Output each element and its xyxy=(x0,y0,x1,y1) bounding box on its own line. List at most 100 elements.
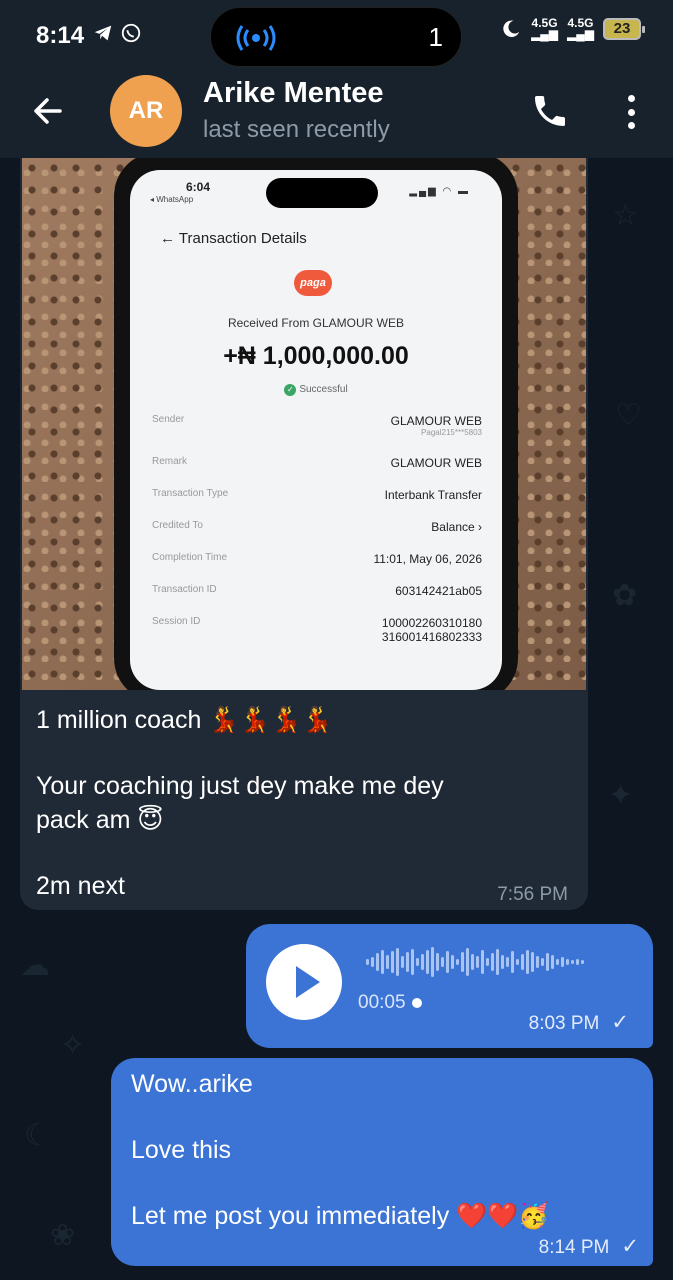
waveform-bar xyxy=(446,951,449,973)
moon-icon xyxy=(503,20,520,37)
waveform-bar xyxy=(506,957,509,967)
waveform-bar xyxy=(411,949,414,975)
detail-row-transaction-id: Transaction ID 603142421ab05 xyxy=(152,584,482,598)
detail-value: 100002260310180 xyxy=(381,616,482,630)
waveform-bar xyxy=(371,957,374,967)
incoming-message[interactable]: 6:04 ◂ WhatsApp ▂▄▆ ◠ ▬ ← Transaction De… xyxy=(20,158,588,910)
transaction-photo[interactable]: 6:04 ◂ WhatsApp ▂▄▆ ◠ ▬ ← Transaction De… xyxy=(22,158,586,690)
waveform-bar xyxy=(536,956,539,968)
island-count: 1 xyxy=(428,22,443,52)
waveform-bar xyxy=(511,951,514,973)
waveform-bar xyxy=(381,950,384,974)
play-button[interactable] xyxy=(266,944,342,1020)
chat-area[interactable]: ☆ ♡ ✿ ✦ ☁ ✧ ☾ ❀ 6:04 ◂ WhatsApp ▂▄▆ ◠ ▬ … xyxy=(0,158,673,1280)
waveform-bar xyxy=(451,955,454,969)
detail-sub: Pagal215***5803 xyxy=(421,428,482,437)
transaction-details-title: ← Transaction Details xyxy=(160,230,307,247)
caption-line: pack am 😇 xyxy=(36,806,164,834)
detail-row-sender: Sender GLAMOUR WEB Pagal215***5803 xyxy=(152,414,482,437)
detail-label: Sender xyxy=(152,414,185,425)
detail-row-type: Transaction Type Interbank Transfer xyxy=(152,488,482,502)
network-label-1: 4.5G xyxy=(531,16,558,30)
status-left-icons xyxy=(92,22,142,44)
check-icon: ✓ xyxy=(284,384,297,396)
doodle-cloud-icon: ☁ xyxy=(20,949,50,982)
doodle-moon-icon: ☾ xyxy=(24,1119,51,1152)
detail-row-completion: Completion Time 11:01, May 06, 2026 xyxy=(152,552,482,566)
doodle-flower-icon: ❀ xyxy=(50,1219,76,1252)
caption-line: 2m next xyxy=(36,872,125,900)
message-time: 7:56 PM xyxy=(497,884,568,905)
detail-row-credited: Credited To Balance › xyxy=(152,520,482,534)
waveform-bar xyxy=(401,956,404,968)
status-text: Successful xyxy=(299,384,348,395)
waveform-bar xyxy=(461,952,464,972)
avatar[interactable]: AR xyxy=(110,75,182,147)
detail-value: Interbank Transfer xyxy=(384,488,482,502)
phone-status-icons: ▂▄▆ ◠ ▬ xyxy=(409,186,470,197)
phone-back-app: ◂ WhatsApp xyxy=(150,195,194,204)
received-from: Received From GLAMOUR WEB xyxy=(227,316,405,330)
waveform-bar xyxy=(556,959,559,965)
paga-logo: paga xyxy=(294,270,332,296)
detail-label: Session ID xyxy=(152,616,201,627)
battery-icon: 23 xyxy=(603,18,645,40)
outgoing-message[interactable]: Wow..arike Love this Let me post you imm… xyxy=(111,1058,653,1266)
waveform-bar xyxy=(466,948,469,976)
waveform-bar xyxy=(431,947,434,977)
time-text: 8:03 PM xyxy=(528,1013,600,1034)
waveform-bar xyxy=(391,951,394,973)
check-icon: ✓ xyxy=(611,1011,629,1034)
doodle-heart-icon: ♡ xyxy=(615,399,642,432)
status-time: 8:14 xyxy=(36,22,85,49)
transaction-amount: +₦ 1,000,000.00 xyxy=(223,342,409,370)
detail-label: Transaction ID xyxy=(152,584,217,595)
back-arrow-icon[interactable] xyxy=(30,93,66,129)
unplayed-dot xyxy=(411,998,422,1008)
chat-header: AR Arike Mentee last seen recently xyxy=(0,75,673,158)
waveform-bar xyxy=(486,958,489,966)
waveform-bar xyxy=(481,950,484,974)
doodle-flower-icon: ✿ xyxy=(612,579,638,612)
waveform-bar xyxy=(426,950,429,974)
phone-notch xyxy=(266,178,378,208)
transaction-title-text: Transaction Details xyxy=(178,230,307,247)
waveform-bar xyxy=(571,960,574,964)
waveform-bar xyxy=(416,958,419,966)
detail-value: 603142421ab05 xyxy=(395,584,482,598)
more-vert-icon[interactable] xyxy=(618,92,644,132)
doodle-spark-icon: ✦ xyxy=(608,779,634,812)
detail-row-remark: Remark GLAMOUR WEB xyxy=(152,456,482,470)
waveform-bar xyxy=(396,948,399,976)
phone-screen: 6:04 ◂ WhatsApp ▂▄▆ ◠ ▬ ← Transaction De… xyxy=(130,170,502,690)
detail-label: Completion Time xyxy=(152,552,228,563)
contact-name[interactable]: Arike Mentee xyxy=(203,77,384,110)
detail-value: Balance › xyxy=(431,520,482,534)
voice-message[interactable]: 00:05 8:03 PM ✓ xyxy=(246,924,653,1048)
telegram-icon xyxy=(94,25,112,41)
detail-label: Credited To xyxy=(152,520,203,531)
network-indicator-2: 4.5G ▂▄▆ xyxy=(567,16,594,41)
waveform-bar xyxy=(561,957,564,967)
waveform-bar xyxy=(386,955,389,969)
waveform-bar xyxy=(521,954,524,970)
network-indicator-1: 4.5G ▂▄▆ xyxy=(531,16,559,41)
waveform-bar xyxy=(566,959,569,965)
waveform-bar xyxy=(546,953,549,971)
time-text: 8:14 PM xyxy=(538,1237,610,1258)
detail-value: GLAMOUR WEB xyxy=(390,456,482,470)
check-icon: ✓ xyxy=(621,1235,639,1258)
doodle-star-icon: ☆ xyxy=(612,199,639,232)
waveform-bar xyxy=(441,957,444,967)
status-bar: 8:14 1 4.5G ▂▄▆ 4.5G ▂▄▆ 23 xyxy=(0,0,673,75)
phone-icon[interactable] xyxy=(530,91,570,131)
waveform-bar xyxy=(551,955,554,969)
detail-value: GLAMOUR WEB xyxy=(390,414,482,428)
network-label-2: 4.5G xyxy=(567,16,594,30)
waveform-bar xyxy=(501,955,504,969)
waveform-bar xyxy=(471,954,474,970)
status-right-icons: 4.5G ▂▄▆ 4.5G ▂▄▆ 23 xyxy=(500,16,645,41)
message-time: 8:03 PM ✓ xyxy=(529,1010,629,1035)
phone-time: 6:04 xyxy=(186,180,211,194)
waveform[interactable] xyxy=(366,942,636,982)
